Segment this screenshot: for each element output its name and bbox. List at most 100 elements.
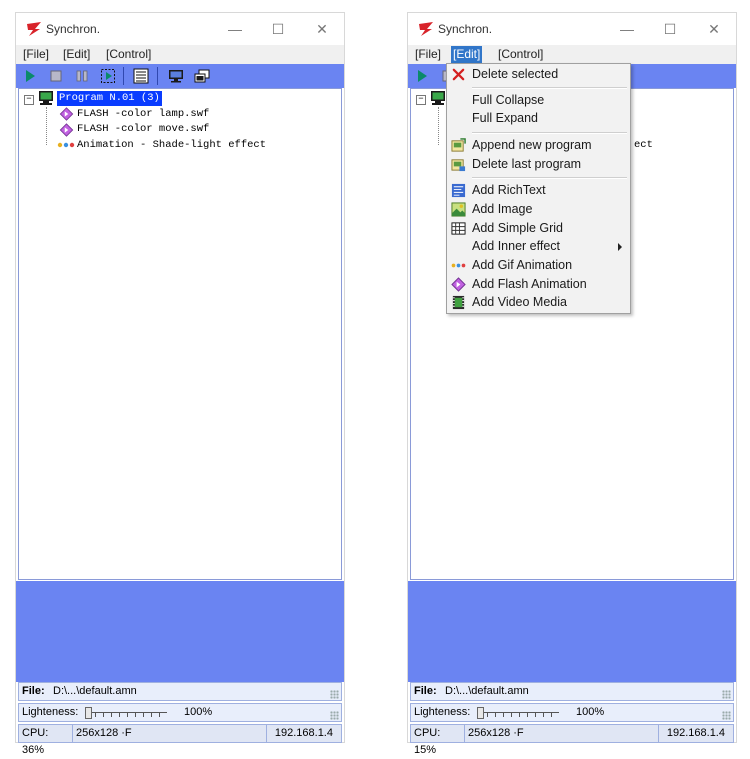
title-bar[interactable]: Synchron. — ☐ ✕: [408, 13, 736, 45]
file-label: File:: [414, 685, 437, 697]
menu-item-add-image[interactable]: Add Image: [447, 200, 630, 219]
preview-panel: [16, 581, 344, 682]
cpu-usage: CPU: 15%: [411, 725, 465, 756]
flash-icon: [59, 123, 74, 137]
append-program-icon: [451, 138, 466, 152]
ip-address: 192.168.1.4: [666, 727, 725, 739]
window-title: Synchron.: [438, 22, 493, 36]
flash-icon: [59, 107, 74, 121]
richtext-icon: [451, 183, 466, 198]
lightness-value: 100%: [576, 706, 605, 718]
tree-connector: [46, 107, 48, 145]
edit-dropdown-menu: Delete selected Full Collapse Full Expan…: [446, 63, 631, 314]
tree-item-flash-move[interactable]: FLASH -color move.swf: [77, 122, 209, 137]
menu-file[interactable]: [File]: [413, 46, 443, 63]
play-icon[interactable]: [22, 68, 38, 84]
image-icon: [451, 202, 466, 217]
toolbar: [16, 64, 344, 88]
menu-item-add-gif-animation[interactable]: Add Gif Animation: [447, 256, 630, 275]
gif-animation-icon: [57, 142, 75, 148]
tree-connector: [438, 107, 440, 145]
menu-item-add-simple-grid[interactable]: Add Simple Grid: [447, 219, 630, 238]
program-monitor-icon: [39, 91, 53, 105]
file-status-row: File: D:\...\default.amn: [18, 682, 342, 701]
menu-item-delete-selected[interactable]: Delete selected: [447, 65, 630, 84]
grid-icon: [451, 222, 466, 235]
resolution-info: 256x128 ·F: [73, 725, 267, 742]
menu-bar: [File] [Edit] [Control]: [408, 45, 736, 64]
lightness-value: 100%: [184, 706, 213, 718]
resize-grip-icon[interactable]: [330, 711, 339, 720]
menu-edit[interactable]: [Edit]: [451, 46, 483, 63]
menu-item-full-collapse[interactable]: Full Collapse: [447, 91, 630, 110]
toolbar-separator: [157, 67, 158, 85]
menu-edit[interactable]: [Edit]: [61, 46, 92, 63]
close-button[interactable]: ✕: [702, 18, 726, 40]
lightness-label: Lighteness:: [414, 706, 471, 718]
list-view-icon[interactable]: [133, 68, 149, 84]
menu-separator: [472, 132, 627, 134]
preview-panel: [408, 581, 736, 682]
system-status-bar: CPU: 15% 256x128 ·F 192.168.1.4: [410, 724, 734, 756]
slider-thumb[interactable]: [85, 707, 92, 719]
submenu-arrow-icon: [618, 243, 622, 251]
menu-separator: [472, 177, 627, 179]
close-button[interactable]: ✕: [310, 18, 334, 40]
monitor-icon[interactable]: [168, 68, 184, 84]
lightness-row: Lighteness: 100%: [18, 703, 342, 722]
system-status-bar: CPU: 36% 256x128 ·F 192.168.1.4: [18, 724, 342, 756]
menu-item-add-flash-animation[interactable]: Add Flash Animation: [447, 275, 630, 294]
windows-icon[interactable]: [194, 68, 210, 84]
lightness-slider[interactable]: [85, 707, 169, 719]
resize-grip-icon[interactable]: [722, 711, 731, 720]
toolbar-separator: [123, 67, 124, 85]
flash-icon: [451, 277, 466, 292]
file-path: D:\...\default.amn: [445, 685, 529, 697]
tree-item-flash-lamp[interactable]: FLASH -color lamp.swf: [77, 107, 209, 122]
menu-item-add-video-media[interactable]: Add Video Media: [447, 293, 630, 312]
delete-x-icon: [452, 68, 465, 81]
menu-item-add-inner-effect[interactable]: Add Inner effect: [447, 237, 630, 256]
menu-item-append-program[interactable]: Append new program: [447, 136, 630, 155]
menu-item-add-richtext[interactable]: Add RichText: [447, 181, 630, 200]
window-title: Synchron.: [46, 22, 101, 36]
menu-control[interactable]: [Control]: [496, 46, 545, 63]
maximize-button[interactable]: ☐: [658, 18, 682, 40]
program-tree[interactable]: − Program N.01 (3) FLASH -color lamp.swf…: [18, 88, 342, 580]
menu-item-delete-last-program[interactable]: Delete last program: [447, 155, 630, 174]
resize-grip-icon[interactable]: [722, 690, 731, 699]
menu-bar: [File] [Edit] [Control]: [16, 45, 344, 64]
gif-icon: [451, 263, 466, 268]
tree-item-partial[interactable]: ect: [634, 138, 653, 153]
minimize-button[interactable]: —: [615, 18, 639, 40]
menu-control[interactable]: [Control]: [104, 46, 153, 63]
resize-grip-icon[interactable]: [330, 690, 339, 699]
lightness-row: Lighteness: 100%: [410, 703, 734, 722]
program-monitor-icon: [431, 91, 445, 105]
file-status-row: File: D:\...\default.amn: [410, 682, 734, 701]
tree-item-animation[interactable]: Animation - Shade-light effect: [77, 138, 266, 153]
app-window-left: Synchron. — ☐ ✕ [File] [Edit] [Control] …: [15, 12, 345, 756]
file-path: D:\...\default.amn: [53, 685, 137, 697]
collapse-toggle-icon[interactable]: −: [416, 95, 426, 105]
menu-separator: [472, 87, 627, 89]
resolution-info: 256x128 ·F: [465, 725, 659, 742]
pause-icon[interactable]: [74, 68, 90, 84]
collapse-toggle-icon[interactable]: −: [24, 95, 34, 105]
slider-thumb[interactable]: [477, 707, 484, 719]
minimize-button[interactable]: —: [223, 18, 247, 40]
play-icon[interactable]: [414, 68, 430, 84]
maximize-button[interactable]: ☐: [266, 18, 290, 40]
menu-item-full-expand[interactable]: Full Expand: [447, 109, 630, 128]
app-logo-icon: [419, 22, 433, 36]
title-bar[interactable]: Synchron. — ☐ ✕: [16, 13, 344, 45]
lightness-label: Lighteness:: [22, 706, 79, 718]
menu-file[interactable]: [File]: [21, 46, 51, 63]
lightness-slider[interactable]: [477, 707, 561, 719]
stop-icon[interactable]: [48, 68, 64, 84]
file-label: File:: [22, 685, 45, 697]
delete-program-icon: [451, 159, 466, 172]
tree-program-node[interactable]: Program N.01 (3): [57, 91, 162, 106]
cpu-usage: CPU: 36%: [19, 725, 73, 756]
select-region-icon[interactable]: [100, 68, 116, 84]
